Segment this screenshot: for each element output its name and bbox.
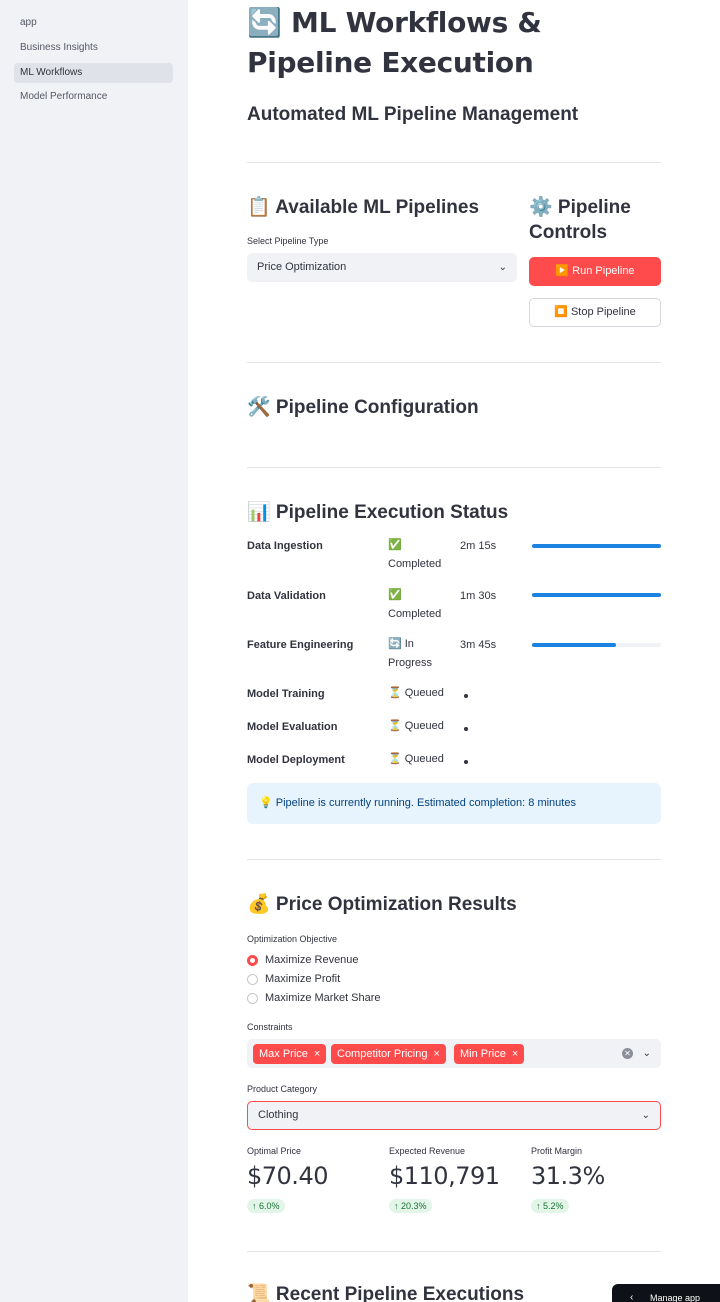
- constraint-tag-label: Max Price: [259, 1048, 308, 1060]
- manage-app-label: Manage app: [650, 1293, 701, 1302]
- chevron-down-icon: ⌄: [641, 1110, 650, 1121]
- stage-progress-bar: [532, 544, 661, 548]
- recent-executions-heading: 📜 Recent Pipeline Executions: [247, 1284, 525, 1302]
- stage-name: Model Deployment: [247, 754, 345, 766]
- divider: [247, 162, 661, 163]
- sidebar-item-label: ML Workflows: [20, 67, 83, 78]
- metric-delta: ↑ 5.2%: [531, 1199, 569, 1213]
- stage-status: 🔄 In Progress: [388, 638, 433, 669]
- metric-label: Expected Revenue: [389, 1146, 466, 1156]
- divider: [247, 1251, 661, 1252]
- stage-name: Model Evaluation: [247, 721, 338, 733]
- metric-delta-value: 6.0%: [259, 1201, 280, 1211]
- progress-fill: [532, 544, 661, 548]
- sidebar-item-business-insights[interactable]: Business Insights: [14, 38, 173, 58]
- page-subtitle: Automated ML Pipeline Management: [247, 104, 579, 125]
- optimization-objective-label: Optimization Objective: [247, 934, 338, 944]
- sidebar-item-label: Model Performance: [20, 91, 108, 102]
- stage-time: 2m 15s: [460, 540, 497, 552]
- metric-value: 31.3%: [531, 1162, 605, 1190]
- objective-label: Maximize Revenue: [265, 954, 359, 966]
- radio-icon: [247, 993, 258, 1004]
- sidebar-item-model-performance[interactable]: Model Performance: [14, 87, 173, 107]
- progress-fill: [532, 643, 616, 647]
- constraint-tag-label: Competitor Pricing: [337, 1048, 428, 1060]
- chevron-down-icon[interactable]: ⌄: [643, 1039, 651, 1068]
- empty-time-bullet: [464, 694, 468, 698]
- stage-name: Feature Engineering: [247, 639, 354, 651]
- arrow-up-icon: ↑: [536, 1201, 544, 1211]
- metric-delta: ↑ 20.3%: [389, 1199, 432, 1213]
- arrow-up-icon: ↑: [394, 1201, 402, 1211]
- radio-icon: [247, 974, 258, 985]
- stop-pipeline-button[interactable]: ⏹️ Stop Pipeline: [529, 298, 661, 327]
- close-icon[interactable]: ×: [512, 1048, 518, 1060]
- divider: [247, 467, 661, 468]
- price-optimization-heading: 💰 Price Optimization Results: [247, 894, 517, 915]
- constraint-tag-label: Min Price: [460, 1048, 506, 1060]
- product-category-select[interactable]: Clothing ⌄: [247, 1101, 661, 1130]
- stage-time: 1m 30s: [460, 590, 497, 602]
- chevron-left-icon: ‹: [630, 1292, 634, 1302]
- objective-label: Maximize Market Share: [265, 992, 381, 1004]
- constraints-label: Constraints: [247, 1022, 293, 1032]
- stage-status: ✅ Completed: [388, 539, 442, 570]
- empty-time-bullet: [464, 760, 468, 764]
- available-pipelines-heading: 📋 Available ML Pipelines: [247, 197, 480, 218]
- stage-time: 3m 45s: [460, 639, 497, 651]
- metric-label: Optimal Price: [247, 1146, 302, 1156]
- stage-status: ✅ Completed: [388, 589, 442, 620]
- pipeline-controls-heading: ⚙️ Pipeline Controls: [529, 197, 631, 243]
- manage-app-button[interactable]: ‹ Manage app: [612, 1284, 720, 1302]
- divider: [247, 859, 661, 860]
- pipeline-type-value: Price Optimization: [257, 261, 347, 273]
- chevron-down-icon: ⌄: [498, 262, 507, 273]
- main-content: 🔄 ML Workflows & Pipeline Execution Auto…: [247, 0, 661, 1302]
- stage-progress-bar: [532, 593, 661, 597]
- stage-progress-bar: [532, 643, 661, 647]
- progress-fill: [532, 593, 661, 597]
- run-pipeline-button[interactable]: ▶️ Run Pipeline: [529, 257, 661, 286]
- arrow-up-icon: ↑: [252, 1201, 260, 1211]
- objective-label: Maximize Profit: [265, 973, 341, 985]
- pipeline-running-info: 💡 Pipeline is currently running. Estimat…: [247, 783, 661, 824]
- empty-time-bullet: [464, 727, 468, 731]
- metric-value: $70.40: [247, 1162, 328, 1190]
- sidebar-item-label: Business Insights: [20, 42, 98, 53]
- metric-value: $110,791: [389, 1162, 500, 1190]
- page-title: 🔄 ML Workflows & Pipeline Execution: [247, 6, 542, 79]
- metric-label: Profit Margin: [531, 1146, 583, 1156]
- execution-status-heading: 📊 Pipeline Execution Status: [247, 502, 509, 523]
- product-category-label: Product Category: [247, 1084, 318, 1094]
- stage-name: Data Ingestion: [247, 540, 323, 552]
- sidebar-item-label: app: [20, 17, 37, 28]
- constraints-multiselect[interactable]: Max Price × Competitor Pricing × Min Price…: [247, 1039, 661, 1068]
- stage-status: ⏳ Queued: [388, 720, 444, 732]
- close-icon[interactable]: ×: [433, 1048, 439, 1060]
- clear-all-icon[interactable]: ✕: [622, 1048, 633, 1059]
- stage-name: Model Training: [247, 688, 325, 700]
- metric-delta: ↑ 6.0%: [247, 1199, 285, 1213]
- radio-selected-icon: [247, 955, 258, 966]
- constraint-tag[interactable]: Min Price ×: [454, 1044, 525, 1064]
- product-category-value: Clothing: [258, 1109, 299, 1121]
- stage-status: ⏳ Queued: [388, 753, 444, 765]
- constraint-tag[interactable]: Max Price ×: [253, 1044, 327, 1064]
- pipeline-type-label: Select Pipeline Type: [247, 236, 329, 246]
- stage-name: Data Validation: [247, 590, 326, 602]
- sidebar-item-app[interactable]: app: [14, 13, 173, 33]
- pipeline-configuration-heading: 🛠️ Pipeline Configuration: [247, 397, 479, 418]
- pipeline-type-select[interactable]: Price Optimization ⌄: [247, 253, 517, 282]
- divider: [247, 362, 661, 363]
- close-icon[interactable]: ×: [314, 1048, 320, 1060]
- sidebar: app Business Insights ML Workflows Model…: [0, 0, 188, 1302]
- metric-delta-value: 5.2%: [543, 1201, 564, 1211]
- stage-status: ⏳ Queued: [388, 687, 444, 699]
- metric-delta-value: 20.3%: [401, 1201, 427, 1211]
- constraint-tag[interactable]: Competitor Pricing ×: [331, 1044, 446, 1064]
- sidebar-item-ml-workflows[interactable]: ML Workflows: [14, 63, 173, 83]
